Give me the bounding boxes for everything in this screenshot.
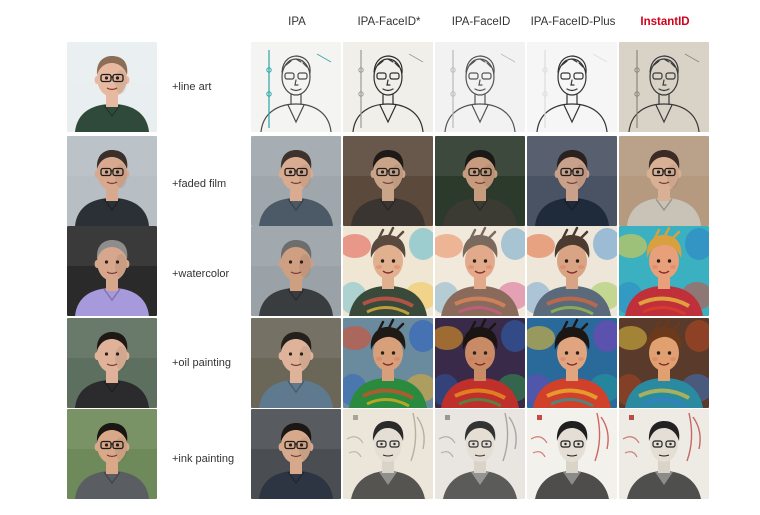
generated-image-ipa [251,226,341,316]
prompt-label-ink-painting: +ink painting [172,453,235,465]
generated-image-ipa-faceid [435,136,525,226]
generated-image-ipa-faceid [343,409,433,499]
generated-image-instantid [619,42,709,132]
generated-image-ipa [251,136,341,226]
reference-photo [67,409,157,499]
generated-image-ipa-faceid [343,42,433,132]
generated-image-ipa-faceid [435,226,525,316]
generated-image-ipa [251,318,341,408]
generated-image-ipa-faceid [343,136,433,226]
prompt-label-line-art: +line art [172,81,212,93]
reference-photo [67,318,157,408]
prompt-label-oil-painting: +oil painting [172,357,232,369]
generated-image-ipa-faceid-plus [527,136,617,226]
generated-image-instantid [619,226,709,316]
prompt-label-watercolor: +watercolor [172,268,230,280]
column-header-ipa: IPA [288,16,306,28]
column-header-ipa-faceid-star: IPA-FaceID* [357,16,421,28]
generated-image-ipa-faceid [435,409,525,499]
generated-image-ipa-faceid-plus [527,226,617,316]
column-header-ipa-faceid: IPA-FaceID [451,16,511,28]
comparison-figure: IPA IPA-FaceID* IPA-FaceID IPA-FaceID-Pl… [0,0,760,515]
generated-image-ipa-faceid [435,42,525,132]
reference-photo [67,136,157,226]
generated-image-instantid [619,136,709,226]
reference-photo [67,42,157,132]
generated-image-ipa [251,409,341,499]
generated-image-ipa [251,42,341,132]
column-header-instantid: InstantID [640,16,690,28]
generated-image-ipa-faceid-plus [527,42,617,132]
column-header-ipa-faceid-plus: IPA-FaceID-Plus [530,16,616,28]
generated-image-instantid [619,318,709,408]
prompt-label-faded-film: +faded film [172,178,227,190]
generated-image-ipa-faceid [343,226,433,316]
generated-image-ipa-faceid [343,318,433,408]
generated-image-ipa-faceid-plus [527,409,617,499]
generated-image-instantid [619,409,709,499]
generated-image-ipa-faceid-plus [527,318,617,408]
reference-photo [67,226,157,316]
generated-image-ipa-faceid [435,318,525,408]
